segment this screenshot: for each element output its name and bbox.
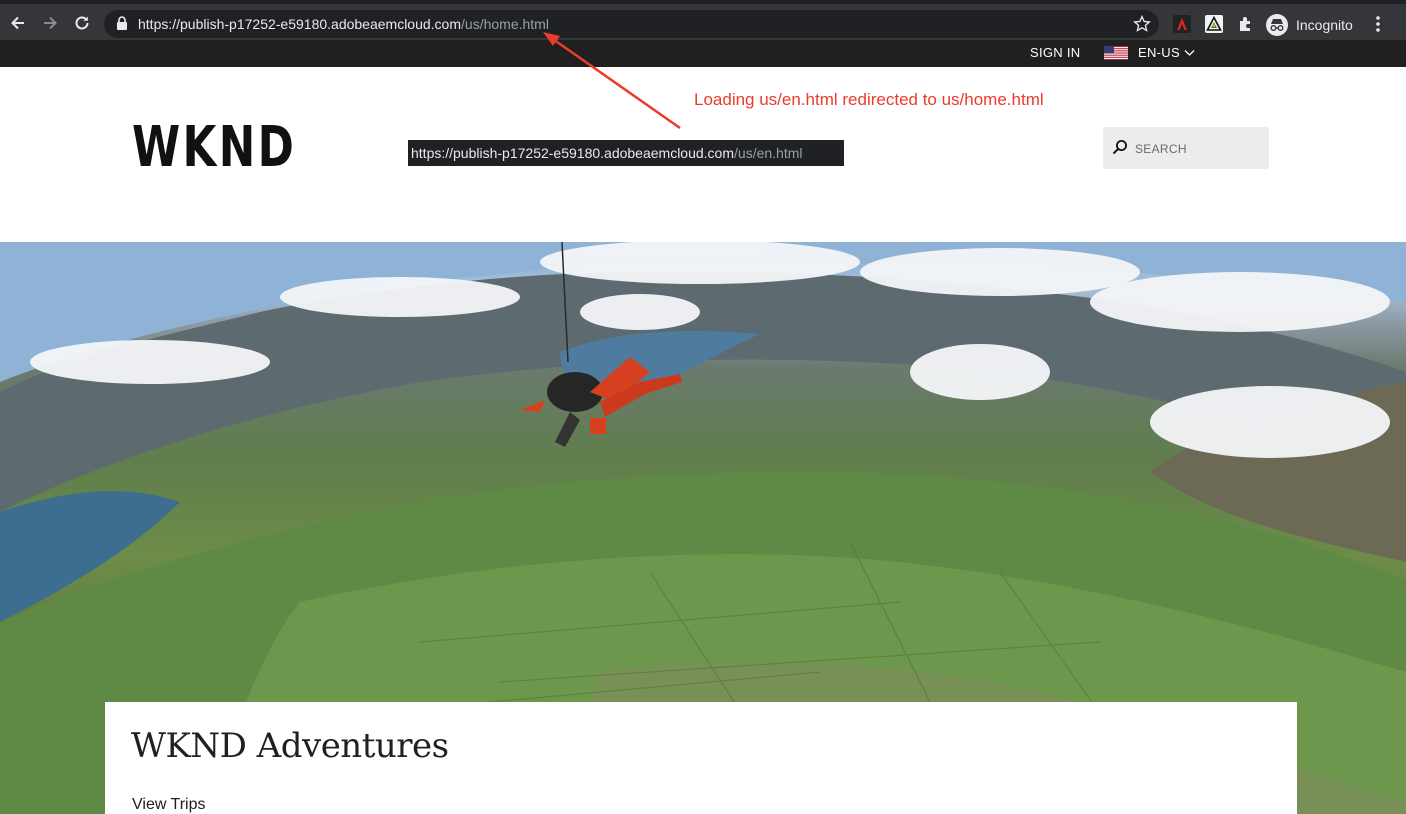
page-title: WKND Adventures bbox=[131, 726, 449, 766]
language-selector[interactable]: EN-US bbox=[1104, 45, 1195, 60]
browser-toolbar: https://publish-p17252-e59180.adobeaemcl… bbox=[0, 0, 1406, 40]
incognito-profile-button[interactable]: Incognito bbox=[1266, 12, 1353, 38]
puzzle-extension-icon[interactable] bbox=[1236, 14, 1256, 34]
forward-icon[interactable] bbox=[37, 10, 63, 36]
content-card: WKND Adventures View Trips bbox=[105, 702, 1297, 814]
wknd-logo[interactable]: WKND bbox=[132, 116, 296, 180]
site-utility-bar: SIGN IN EN-US bbox=[0, 40, 1406, 67]
chevron-down-icon bbox=[1184, 49, 1195, 56]
address-url: https://publish-p17252-e59180.adobeaemcl… bbox=[138, 16, 549, 32]
lock-icon bbox=[116, 16, 128, 35]
url-tooltip-annotation: https://publish-p17252-e59180.adobeaemcl… bbox=[408, 140, 844, 166]
language-label: EN-US bbox=[1138, 45, 1180, 60]
search-box[interactable] bbox=[1103, 127, 1269, 169]
incognito-label: Incognito bbox=[1296, 17, 1353, 33]
redirect-annotation-text: Loading us/en.html redirected to us/home… bbox=[694, 90, 1044, 109]
sign-in-link[interactable]: SIGN IN bbox=[1030, 45, 1081, 60]
us-flag-icon bbox=[1104, 45, 1128, 60]
more-menu-icon[interactable] bbox=[1376, 16, 1380, 37]
reload-icon[interactable] bbox=[69, 10, 95, 36]
address-bar[interactable]: https://publish-p17252-e59180.adobeaemcl… bbox=[104, 10, 1159, 38]
adobe-extension-icon[interactable] bbox=[1204, 14, 1224, 34]
star-icon[interactable] bbox=[1132, 14, 1152, 38]
acrobat-extension-icon[interactable] bbox=[1172, 14, 1192, 34]
view-trips-link[interactable]: View Trips bbox=[132, 796, 206, 814]
back-icon[interactable] bbox=[5, 10, 31, 36]
search-input[interactable] bbox=[1133, 138, 1265, 160]
incognito-icon bbox=[1266, 14, 1288, 36]
search-icon bbox=[1112, 139, 1128, 160]
